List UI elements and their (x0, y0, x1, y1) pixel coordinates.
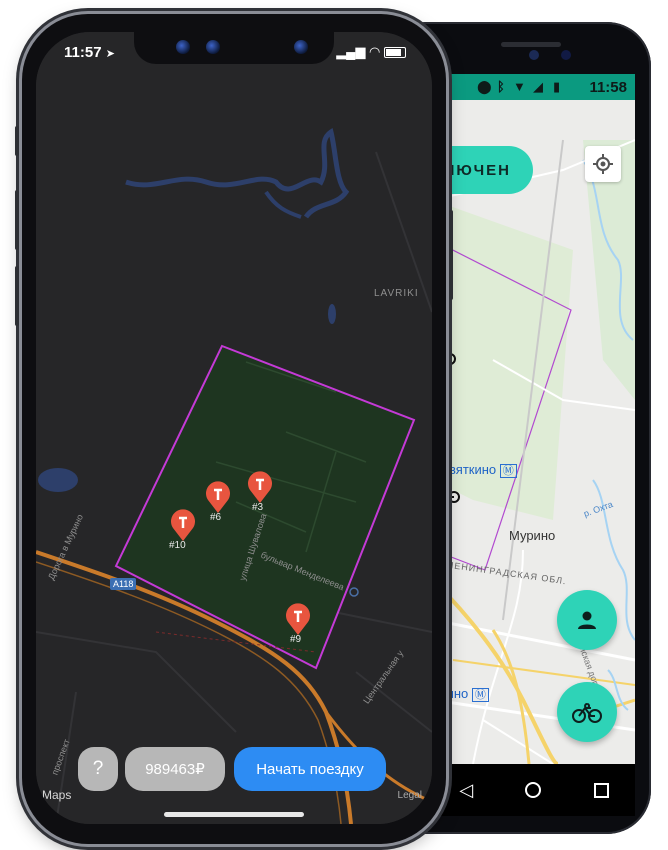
scooter-pin[interactable]: #9 (284, 602, 312, 645)
connection-status-pill[interactable]: КЛЮЧЕН (433, 146, 533, 194)
signal-icon: ◢ (533, 79, 543, 94)
start-ride-button[interactable]: Начать поездку (234, 747, 386, 791)
status-time: 11:58 (589, 79, 627, 96)
map-pin-icon (248, 471, 272, 503)
legal-link[interactable]: Legal (398, 790, 422, 801)
android-map[interactable] (433, 100, 635, 764)
home-indicator (164, 812, 304, 817)
android-nav-bar: ◁ (433, 764, 635, 816)
profile-fab[interactable] (557, 590, 617, 650)
notch (134, 32, 334, 64)
iphone: A118 LAVRIKI Дорога в Мурино улица Шувал… (15, 14, 453, 844)
scooter-pin[interactable]: #10 (169, 508, 197, 551)
bluetooth-icon: ᛒ (497, 79, 505, 94)
battery-icon: ▮ (553, 79, 561, 94)
map-pin-icon (286, 603, 310, 635)
bikes-fab[interactable] (557, 682, 617, 742)
sensor (561, 50, 571, 60)
road-shield-a118: A118 (110, 578, 137, 590)
person-icon (578, 611, 596, 629)
map-pin-icon (171, 509, 195, 541)
battery-icon (384, 47, 406, 59)
sensor-icon (294, 40, 308, 54)
volume-down-button (15, 266, 19, 326)
volume-up-button (15, 190, 19, 250)
front-camera (529, 50, 539, 60)
back-icon[interactable]: ◁ (459, 780, 473, 801)
location-arrow-icon: ➤ (105, 48, 115, 60)
bike-icon (572, 703, 602, 723)
iphone-map[interactable] (36, 32, 432, 824)
scooter-pin[interactable]: #3 (246, 470, 274, 513)
ios-status-time: 11:57 ➤ (64, 44, 115, 61)
signal-icon: ▂▄▆ (336, 44, 366, 59)
wifi-icon: ◠ (369, 44, 381, 59)
camera-icon (176, 40, 190, 54)
wifi-icon: ▼ (513, 79, 526, 94)
side-button (449, 210, 453, 300)
mute-switch (15, 126, 19, 156)
ios-status-icons: ▂▄▆ ◠ (336, 44, 406, 60)
android-status-bar: ⬤ ᛒ ▼ ◢ ▮ 11:58 (433, 74, 635, 100)
map-pin-icon (206, 481, 230, 513)
apple-maps-logo: Maps (42, 788, 72, 802)
sensor-icon (206, 40, 220, 54)
iphone-screen: A118 LAVRIKI Дорога в Мурино улица Шувал… (36, 32, 432, 824)
my-location-button[interactable] (585, 146, 621, 182)
location-icon: ⬤ (477, 79, 492, 94)
balance-button[interactable]: 989463₽ (125, 747, 225, 791)
speaker-grille (501, 42, 561, 47)
help-button[interactable]: ? (78, 747, 118, 791)
home-icon[interactable] (525, 782, 542, 798)
map-label-lavriki: LAVRIKI (374, 288, 419, 299)
scooter-pin[interactable]: #6 (204, 480, 232, 523)
recents-icon[interactable] (593, 782, 609, 798)
crosshair-icon (593, 154, 613, 174)
map-label-murino: Мурино (509, 528, 556, 543)
android-screen: ⬤ ᛒ ▼ ◢ ▮ 11:58 КЛЮЧЕН Девяткино Ⓜ Мурин… (433, 74, 635, 764)
